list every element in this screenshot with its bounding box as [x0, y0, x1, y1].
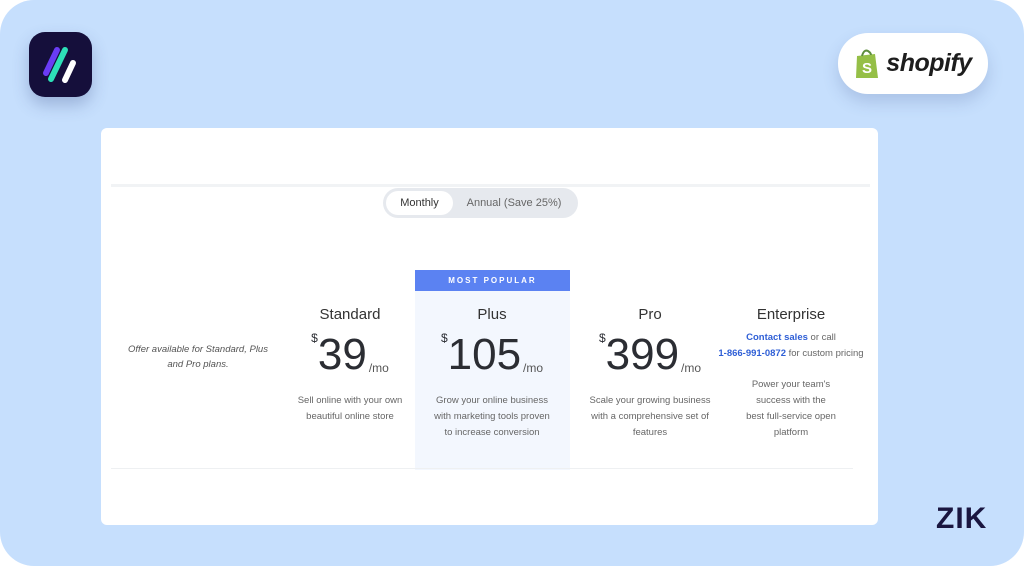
price-period: /mo	[681, 361, 702, 375]
plan-description: Power your team's success with the best …	[746, 379, 836, 438]
svg-text:S: S	[862, 60, 872, 77]
stripes-icon	[43, 47, 76, 83]
offer-note: Offer available for Standard, Plus and P…	[128, 344, 268, 370]
most-popular-badge: MOST POPULAR	[415, 270, 570, 291]
contact-sales-link[interactable]: Contact sales	[746, 332, 808, 343]
plan-price: $105/mo	[417, 329, 567, 377]
header-divider	[111, 184, 870, 187]
price-value: 399	[605, 330, 680, 379]
pricing-card: Monthly Annual (Save 25%) Offer availabl…	[101, 128, 878, 525]
shopify-logo: S shopify	[838, 33, 988, 94]
plan-name: Plus	[477, 306, 507, 323]
price-period: /mo	[368, 361, 389, 375]
shopping-bag-icon: S	[856, 49, 879, 78]
shopify-wordmark: shopify	[886, 49, 972, 77]
billing-toggle[interactable]: Monthly Annual (Save 25%)	[383, 188, 578, 218]
toggle-monthly[interactable]: Monthly	[386, 191, 453, 215]
plan-pro: Pro $399/mo Scale your growing business …	[575, 306, 725, 441]
phone-link[interactable]: 1-866-991-0872	[718, 348, 786, 359]
plan-price: $39/mo	[275, 329, 425, 377]
contact-text: or call	[807, 332, 836, 343]
plan-name: Pro	[638, 306, 662, 323]
currency: $	[440, 331, 448, 345]
plan-plus: Plus $105/mo Grow your online business w…	[417, 306, 567, 441]
toggle-annual[interactable]: Annual (Save 25%)	[453, 197, 575, 209]
bottom-divider	[111, 468, 853, 469]
price-value: 105	[447, 330, 522, 379]
contact-text: for custom pricing	[785, 348, 864, 359]
enterprise-contact: Contact sales or call 1-866-991-0872 for…	[716, 330, 866, 362]
plan-enterprise: Enterprise Contact sales or call 1-866-9…	[716, 306, 866, 441]
watermark: ZIK	[936, 502, 988, 535]
app-logo	[29, 32, 92, 97]
plan-description: Sell online with your own beautiful onli…	[297, 395, 403, 422]
price-period: /mo	[523, 361, 544, 375]
plan-price: $399/mo	[575, 329, 725, 377]
plan-name: Standard	[319, 306, 381, 323]
plan-standard: Standard $39/mo Sell online with your ow…	[275, 306, 425, 425]
currency: $	[598, 331, 606, 345]
plan-name: Enterprise	[756, 306, 826, 323]
price-value: 39	[317, 330, 367, 379]
plan-description: Grow your online business with marketing…	[434, 395, 550, 438]
currency: $	[311, 331, 318, 345]
plan-description: Scale your growing business with a compr…	[589, 395, 711, 438]
